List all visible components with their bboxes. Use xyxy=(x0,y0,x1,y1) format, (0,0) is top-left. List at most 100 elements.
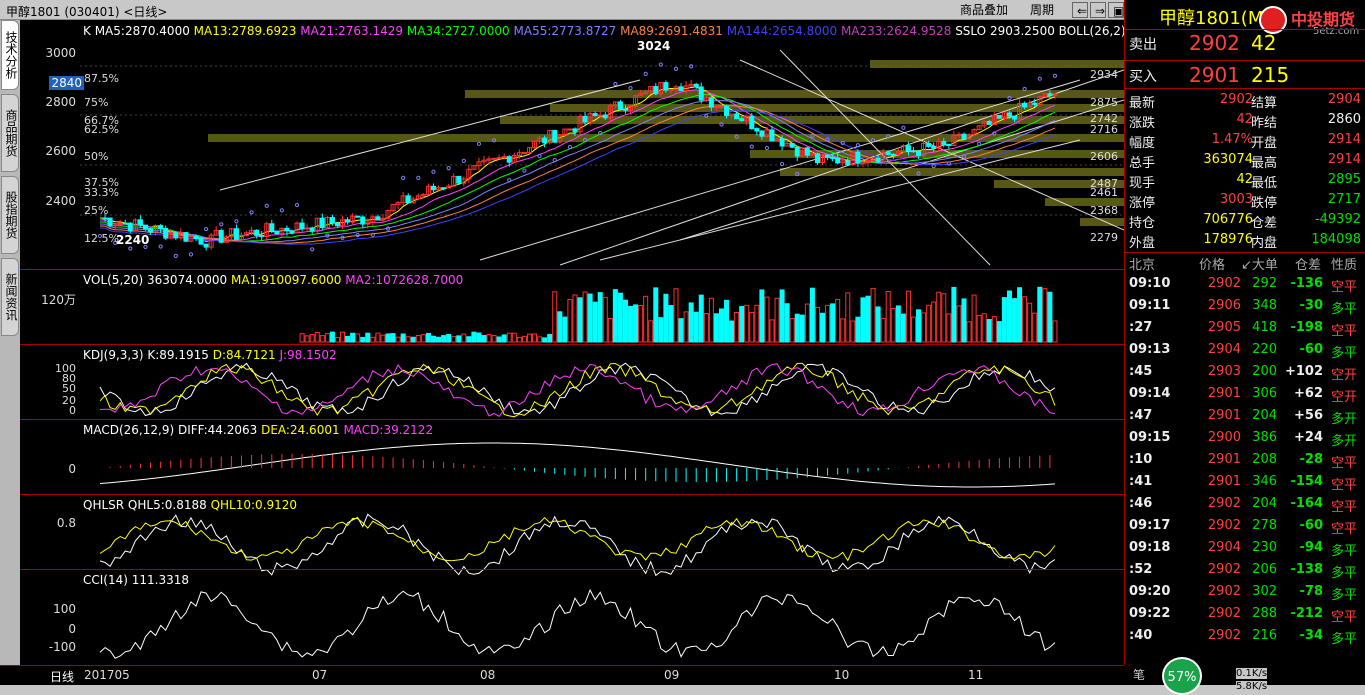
candle-body xyxy=(698,86,704,101)
sar-dot xyxy=(476,141,482,146)
tick-row[interactable]: :47 2901 204 +56 多开 xyxy=(1125,406,1365,428)
candle-body xyxy=(299,222,305,230)
volume-bar xyxy=(840,318,846,343)
candle-body xyxy=(112,224,118,227)
tick-row[interactable]: :41 2901 346 -154 空平 xyxy=(1125,472,1365,494)
tick-row[interactable]: 09:20 2902 302 -78 多平 xyxy=(1125,582,1365,604)
candle-body xyxy=(734,113,740,120)
volume-bar xyxy=(567,299,573,343)
candle-body xyxy=(617,101,623,110)
volume-bar xyxy=(1012,298,1018,343)
volume-bar xyxy=(314,332,320,343)
tick-row[interactable]: 09:18 2904 230 -94 多平 xyxy=(1125,538,1365,560)
volume-bar xyxy=(885,290,891,343)
nav-right-icon[interactable]: ⇒ xyxy=(1090,2,1106,18)
candle-body xyxy=(825,154,831,158)
vol-axis: 120万 xyxy=(41,293,76,307)
status-bar xyxy=(0,685,1365,695)
tab-index-futures[interactable]: 股指期货 xyxy=(1,176,19,254)
volume-bar xyxy=(774,297,780,343)
net-down: 5.8K/s xyxy=(1236,681,1268,692)
candle-body xyxy=(107,217,113,227)
volume-bar xyxy=(436,336,442,343)
volume-bar xyxy=(658,317,664,343)
tick-row[interactable]: 09:14 2901 306 +62 空开 xyxy=(1125,384,1365,406)
candle-body xyxy=(148,228,154,233)
volume-bar xyxy=(991,316,997,343)
tick-row[interactable]: :45 2903 200 +102 空开 xyxy=(1125,362,1365,384)
volume-bar xyxy=(521,335,527,343)
low-mark: 2240 xyxy=(116,233,150,247)
tick-row[interactable]: 09:13 2904 220 -60 多平 xyxy=(1125,340,1365,362)
close-icon[interactable]: ▣ xyxy=(1108,2,1124,18)
candle-body xyxy=(137,219,143,226)
divider xyxy=(1125,252,1365,253)
volume-bar xyxy=(703,313,709,343)
tick-row[interactable]: 09:15 2900 386 +24 多开 xyxy=(1125,428,1365,450)
sar-dot xyxy=(219,222,224,227)
tick-row[interactable]: :52 2902 206 -138 多平 xyxy=(1125,560,1365,582)
candle-body xyxy=(835,157,841,164)
tick-row[interactable]: :40 2902 216 -34 多平 xyxy=(1125,626,1365,648)
panel-divider xyxy=(20,569,1124,570)
candle-body xyxy=(602,114,608,119)
volume-bar xyxy=(511,332,517,343)
tick-row[interactable]: :27 2905 418 -198 空平 xyxy=(1125,318,1365,340)
tick-row[interactable]: 09:22 2902 288 -212 空平 xyxy=(1125,604,1365,626)
sar-dot xyxy=(567,144,572,150)
volume-bar xyxy=(390,333,396,343)
volume-bar xyxy=(865,295,871,343)
sar-dot xyxy=(234,219,239,224)
sar-dot xyxy=(855,143,860,148)
volume-bar xyxy=(931,301,937,343)
volume-bar xyxy=(653,287,659,343)
sar-dot xyxy=(416,175,421,180)
cycle-button[interactable]: 周期 xyxy=(1026,2,1058,18)
tick-row[interactable]: 09:17 2902 278 -60 空平 xyxy=(1125,516,1365,538)
tick-row[interactable]: 09:10 2902 292 -136 空平 xyxy=(1125,274,1365,296)
volume-bar xyxy=(784,303,790,343)
tab-ticks[interactable]: 笔 xyxy=(1133,666,1145,683)
x-tick: 07 xyxy=(312,668,328,682)
kdj-axis: 0 xyxy=(69,404,76,417)
network-badge[interactable]: 57% xyxy=(1162,657,1202,695)
volume-bar xyxy=(430,335,436,343)
tick-row[interactable]: 09:11 2906 348 -30 多平 xyxy=(1125,296,1365,318)
sar-dot xyxy=(977,141,982,146)
volume-bar xyxy=(405,336,411,343)
volume-bar xyxy=(476,332,482,343)
tab-tech-analysis[interactable]: 技术分析 xyxy=(1,20,19,90)
candle-body xyxy=(456,175,462,184)
overlay-button[interactable]: 商品叠加 xyxy=(956,2,1012,18)
volume-bar xyxy=(471,331,477,343)
volume-bar xyxy=(678,318,684,343)
volume-bar xyxy=(516,336,522,343)
tab-commodity-futures[interactable]: 商品期货 xyxy=(1,94,19,172)
tick-row[interactable]: :10 2901 208 -28 空平 xyxy=(1125,450,1365,472)
sar-dot xyxy=(992,131,997,136)
volume-bar xyxy=(739,306,745,343)
sar-dot xyxy=(294,202,300,208)
sar-dot xyxy=(931,164,936,169)
fib-level-label: 50% xyxy=(84,150,109,163)
volume-bar xyxy=(804,303,810,343)
side-tab-bar: 技术分析 商品期货 股指期货 新闻资讯 xyxy=(0,20,20,665)
fib-level-label: 25% xyxy=(84,204,109,217)
net-up: 0.1K/s xyxy=(1236,668,1268,679)
volume-bar xyxy=(537,336,543,343)
candle-body xyxy=(521,152,527,155)
volume-bar xyxy=(617,292,623,343)
volume-bar xyxy=(1017,287,1023,343)
volume-bar xyxy=(961,298,967,343)
sar-dot xyxy=(401,175,406,180)
volume-bar xyxy=(496,336,502,343)
stat-row: 涨停 3003 跌停 2717 xyxy=(1129,192,1361,211)
tab-news[interactable]: 新闻资讯 xyxy=(1,258,19,336)
volume-bar xyxy=(734,311,740,343)
volume-bar xyxy=(587,293,593,343)
candle-body xyxy=(173,232,179,239)
candle-body xyxy=(506,156,512,163)
nav-left-icon[interactable]: ⇐ xyxy=(1072,2,1088,18)
tick-row[interactable]: :46 2902 204 -164 空平 xyxy=(1125,494,1365,516)
volume-bar xyxy=(643,295,649,343)
